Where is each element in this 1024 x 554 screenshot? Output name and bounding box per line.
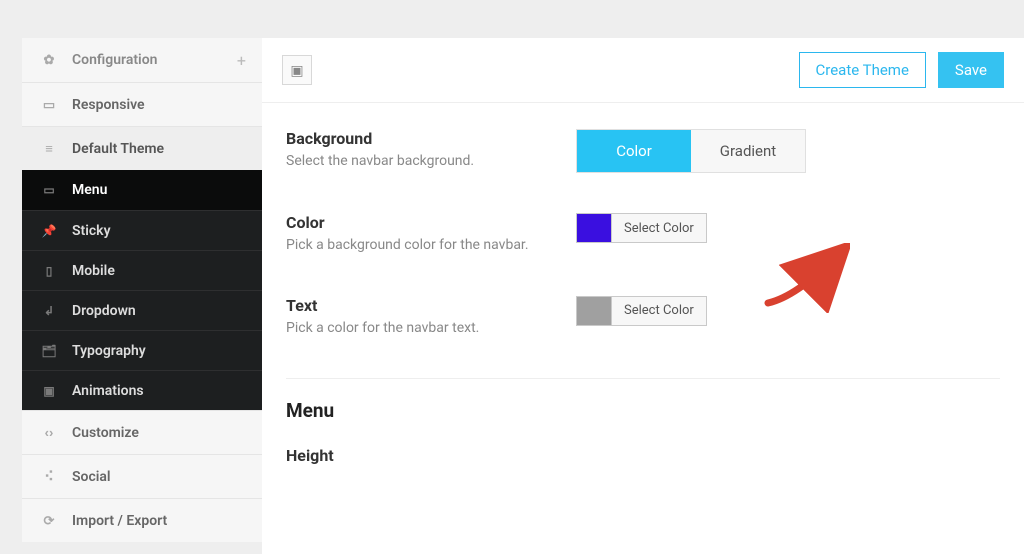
field-height: Height (286, 446, 1000, 469)
play-icon: ▣ (38, 384, 60, 398)
dropdown-icon: ↲ (38, 304, 60, 318)
divider (286, 378, 1000, 379)
create-theme-button[interactable]: Create Theme (799, 52, 926, 88)
field-title: Color (286, 213, 556, 232)
sidebar-sub-typography[interactable]: 🗂 Typography (22, 330, 262, 370)
sidebar-sub-mobile[interactable]: ▯ Mobile (22, 250, 262, 290)
segmented-option-gradient[interactable]: Gradient (691, 130, 805, 172)
field-title: Background (286, 129, 556, 148)
select-color-button[interactable]: Select Color (611, 214, 706, 242)
sidebar-sub-label: Mobile (72, 263, 115, 279)
layout-icon: ▣ (290, 62, 303, 79)
sidebar-item-responsive[interactable]: ▭ Responsive (22, 82, 262, 126)
sidebar-sub-label: Menu (72, 182, 107, 198)
sidebar-subgroup: ▭ Menu 📌 Sticky ▯ Mobile ↲ Dropdown 🗂 (22, 170, 262, 410)
share-icon: ⠪ (38, 469, 60, 485)
sidebar-label: Configuration (72, 52, 157, 68)
sidebar-sub-dropdown[interactable]: ↲ Dropdown (22, 290, 262, 330)
pin-icon: 📌 (38, 224, 60, 238)
sidebar-label: Import / Export (72, 513, 167, 529)
sidebar-sub-label: Dropdown (72, 303, 136, 319)
refresh-icon: ⟳ (38, 513, 60, 529)
gear-icon: ✿ (38, 52, 60, 68)
field-text: Text Pick a color for the navbar text. S… (286, 296, 1000, 339)
sidebar-label: Responsive (72, 97, 145, 113)
sidebar-item-default-theme[interactable]: ≡ Default Theme (22, 126, 262, 170)
sidebar-item-import-export[interactable]: ⟳ Import / Export (22, 498, 262, 542)
sidebar: ✿ Configuration + ▭ Responsive ≡ Default… (22, 38, 262, 542)
field-title: Text (286, 296, 556, 315)
main-panel: ▣ Create Theme Save Background (262, 38, 1024, 554)
layout-toggle-button[interactable]: ▣ (282, 55, 312, 85)
content-area: Background Select the navbar background.… (262, 103, 1024, 479)
mobile-icon: ▯ (38, 264, 60, 278)
sidebar-sub-menu[interactable]: ▭ Menu (22, 170, 262, 210)
field-desc: Pick a color for the navbar text. (286, 319, 556, 339)
color-swatch (577, 214, 611, 242)
background-segmented: Color Gradient (576, 129, 806, 173)
sidebar-item-social[interactable]: ⠪ Social (22, 454, 262, 498)
color-picker[interactable]: Select Color (576, 213, 707, 243)
screen-icon: ▭ (38, 183, 60, 197)
desktop-icon: ▭ (38, 97, 60, 113)
topbar: ▣ Create Theme Save (262, 38, 1024, 103)
sidebar-sub-label: Typography (72, 343, 146, 359)
section-menu-heading: Menu (286, 399, 1000, 422)
text-color-picker[interactable]: Select Color (576, 296, 707, 326)
field-desc: Pick a background color for the navbar. (286, 236, 556, 256)
sidebar-item-customize[interactable]: ‹› Customize (22, 410, 262, 454)
sidebar-label: Default Theme (72, 141, 164, 157)
sidebar-sub-animations[interactable]: ▣ Animations (22, 370, 262, 410)
field-title: Height (286, 446, 556, 465)
text-color-swatch (577, 297, 611, 325)
sidebar-sub-label: Sticky (72, 223, 111, 239)
plus-icon: + (237, 51, 246, 70)
code-icon: ‹› (38, 425, 60, 440)
list-icon: ≡ (38, 141, 60, 156)
field-background: Background Select the navbar background.… (286, 129, 1000, 173)
field-desc: Select the navbar background. (286, 152, 556, 172)
sidebar-sub-label: Animations (72, 383, 144, 399)
sidebar-item-configuration[interactable]: ✿ Configuration + (22, 38, 262, 82)
segmented-option-color[interactable]: Color (577, 130, 691, 172)
bag-icon: 🗂 (38, 344, 60, 358)
select-text-color-button[interactable]: Select Color (611, 297, 706, 325)
field-color: Color Pick a background color for the na… (286, 213, 1000, 256)
sidebar-label: Customize (72, 425, 139, 441)
save-button[interactable]: Save (938, 52, 1004, 88)
sidebar-sub-sticky[interactable]: 📌 Sticky (22, 210, 262, 250)
sidebar-label: Social (72, 469, 111, 485)
